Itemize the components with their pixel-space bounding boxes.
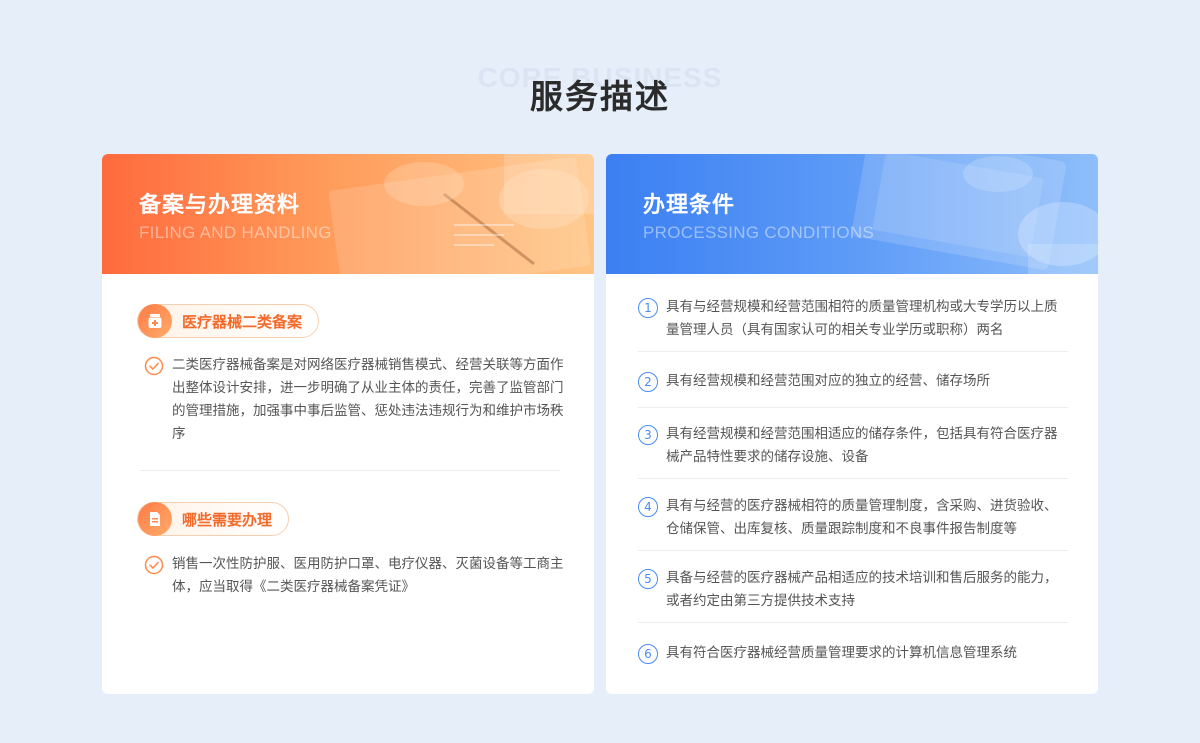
section-pill-who-needs: 哪些需要办理 xyxy=(137,502,290,536)
list-item: 1 具有与经营规模和经营范围相符的质量管理机构或大专学历以上质量管理人员（具有国… xyxy=(638,296,1068,352)
section-label: 医疗器械二类备案 xyxy=(182,312,303,331)
conditions-card-header: 办理条件 PROCESSING CONDITIONS xyxy=(606,154,1098,274)
filing-card: 备案与办理资料 FILING AND HANDLING 医疗器械二类备案 二类医… xyxy=(102,154,594,694)
check-item: 销售一次性防护服、医用防护口罩、电疗仪器、灭菌设备等工商主体，应当取得《二类医疗… xyxy=(144,553,564,599)
condition-text: 具有符合医疗器械经营质量管理要求的计算机信息管理系统 xyxy=(666,645,1017,661)
check-circle-icon xyxy=(144,356,164,376)
section-text: 销售一次性防护服、医用防护口罩、电疗仪器、灭菌设备等工商主体，应当取得《二类医疗… xyxy=(172,556,564,595)
filing-card-subtitle: FILING AND HANDLING xyxy=(139,223,332,242)
list-item: 4 具有与经营的医疗器械相符的质量管理制度，含采购、进货验收、仓储保管、出库复核… xyxy=(638,495,1068,551)
condition-text: 具有经营规模和经营范围相适应的储存条件，包括具有符合医疗器械产品特性要求的储存设… xyxy=(666,426,1058,465)
filing-card-title: 备案与办理资料 xyxy=(139,193,301,218)
condition-text: 具有与经营规模和经营范围相符的质量管理机构或大专学历以上质量管理人员（具有国家认… xyxy=(666,299,1058,338)
list-item: 6 具有符合医疗器械经营质量管理要求的计算机信息管理系统 xyxy=(638,642,1068,672)
page: CORE BUSINESS 服务描述 备案与办理资料 FILING AND HA… xyxy=(0,0,1200,743)
number-badge: 3 xyxy=(638,425,658,445)
list-item: 2 具有经营规模和经营范围对应的独立的经营、储存场所 xyxy=(638,370,1068,408)
conditions-card-subtitle: PROCESSING CONDITIONS xyxy=(643,223,875,242)
condition-text: 具有与经营的医疗器械相符的质量管理制度，含采购、进货验收、仓储保管、出库复核、质… xyxy=(666,498,1058,537)
condition-text: 具有经营规模和经营范围对应的独立的经营、储存场所 xyxy=(666,373,990,389)
number-badge: 2 xyxy=(638,372,658,392)
check-item: 二类医疗器械备案是对网络医疗器械销售模式、经营关联等方面作出整体设计安排，进一步… xyxy=(144,354,564,446)
conditions-card: 办理条件 PROCESSING CONDITIONS 1 具有与经营规模和经营范… xyxy=(606,154,1098,694)
filing-card-header: 备案与办理资料 FILING AND HANDLING xyxy=(102,154,594,274)
list-item: 3 具有经营规模和经营范围相适应的储存条件，包括具有符合医疗器械产品特性要求的储… xyxy=(638,423,1068,479)
section-label: 哪些需要办理 xyxy=(182,510,273,529)
conditions-card-title: 办理条件 xyxy=(643,193,736,218)
check-circle-icon xyxy=(144,555,164,575)
number-badge: 5 xyxy=(638,569,658,589)
hands-writing-illustration xyxy=(328,154,594,274)
section-text: 二类医疗器械备案是对网络医疗器械销售模式、经营关联等方面作出整体设计安排，进一步… xyxy=(172,357,564,442)
list-item: 5 具备与经营的医疗器械产品相适应的技术培训和售后服务的能力，或者约定由第三方提… xyxy=(638,567,1068,623)
document-icon xyxy=(138,502,172,536)
section-divider xyxy=(140,470,560,471)
page-title: 服务描述 xyxy=(530,77,670,116)
hero-header: CORE BUSINESS 服务描述 xyxy=(0,60,1200,120)
section-pill-class2-filing: 医疗器械二类备案 xyxy=(137,304,320,338)
number-badge: 4 xyxy=(638,497,658,517)
condition-text: 具备与经营的医疗器械产品相适应的技术培训和售后服务的能力，或者约定由第三方提供技… xyxy=(666,570,1058,609)
number-badge: 6 xyxy=(638,644,658,664)
number-badge: 1 xyxy=(638,298,658,318)
medicine-box-icon xyxy=(138,304,172,338)
hands-tablet-illustration xyxy=(851,154,1098,274)
